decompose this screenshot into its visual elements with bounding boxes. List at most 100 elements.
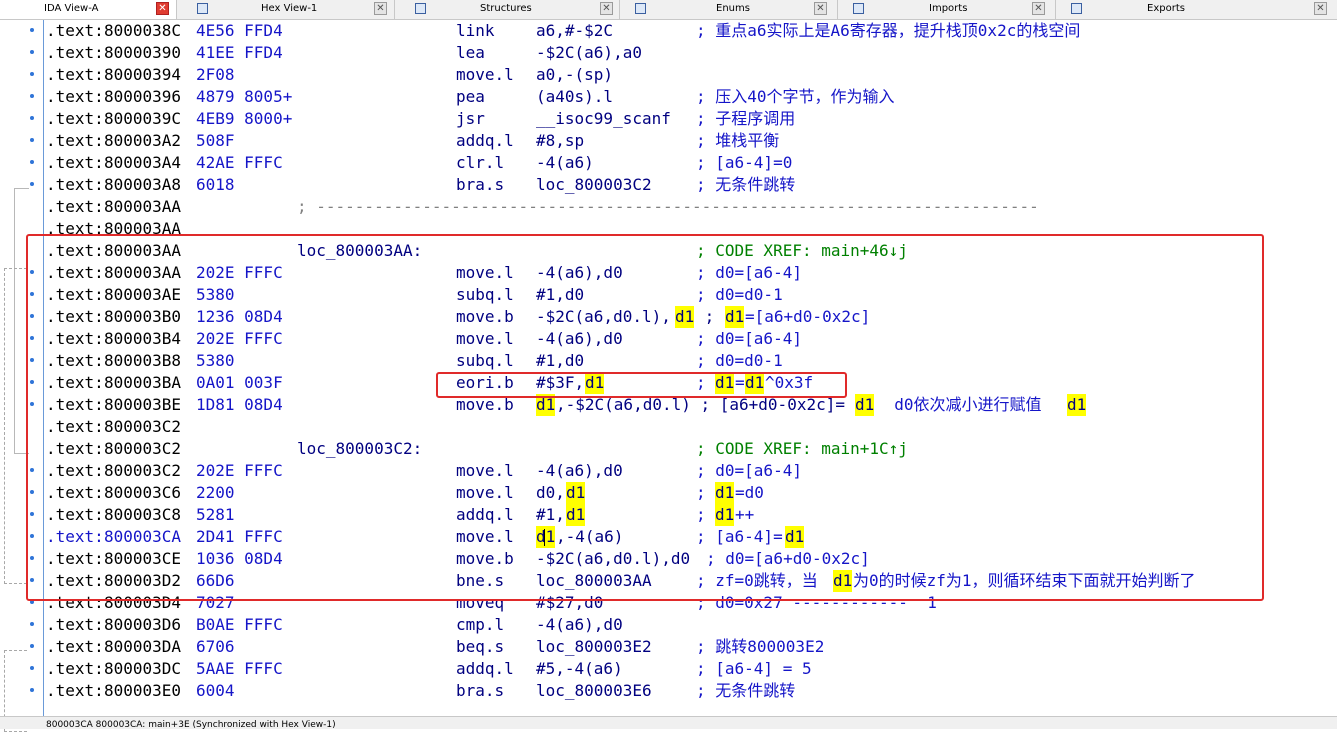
operands[interactable]: __isoc99_scanf <box>536 108 671 130</box>
mnemonic[interactable]: link <box>456 20 495 42</box>
breakpoint-dot-icon[interactable] <box>30 512 34 516</box>
breakpoint-dot-icon[interactable] <box>30 622 34 626</box>
listing-line[interactable]: .text: 800003A2 508F addq.l #8,sp ; 堆栈平衡 <box>0 130 1337 152</box>
close-icon[interactable]: ✕ <box>1032 2 1045 15</box>
operands[interactable]: loc_800003AA <box>536 570 652 592</box>
mnemonic[interactable]: eori.b <box>456 372 514 394</box>
breakpoint-dot-icon[interactable] <box>30 578 34 582</box>
xref-comment[interactable]: ; CODE XREF: main+46↓j <box>696 240 908 262</box>
tab-ida-view-a[interactable]: IDA View-A ✕ <box>0 0 177 19</box>
listing-line[interactable]: .text: 80000394 2F08 move.l a0,-(sp) <box>0 64 1337 86</box>
close-icon[interactable]: ✕ <box>1314 2 1327 15</box>
breakpoint-dot-icon[interactable] <box>30 490 34 494</box>
mnemonic[interactable]: addq.l <box>456 130 514 152</box>
listing-line[interactable]: .text: 800003C8 5281 addq.l #1, d1 ; d1 ++ <box>0 504 1337 526</box>
breakpoint-dot-icon[interactable] <box>30 468 34 472</box>
highlighted-register[interactable]: d1 <box>715 504 735 526</box>
mnemonic[interactable]: addq.l <box>456 504 514 526</box>
breakpoint-dot-icon[interactable] <box>30 160 34 164</box>
close-icon[interactable]: ✕ <box>374 2 387 15</box>
close-icon[interactable]: ✕ <box>814 2 827 15</box>
operands[interactable]: a0,-(sp) <box>536 64 613 86</box>
listing-line[interactable]: .text: 800003C2 <box>0 416 1337 438</box>
breakpoint-dot-icon[interactable] <box>30 336 34 340</box>
listing-line[interactable]: .text: 80000390 41EE FFD4 lea -$2C(a6),a0 <box>0 42 1337 64</box>
listing-line[interactable]: .text: 800003BA 0A01 003F eori.b #$3F, d1 ;… <box>0 372 1337 394</box>
operands[interactable]: -4(a6),d0 <box>536 614 623 636</box>
breakpoint-dot-icon[interactable] <box>30 534 34 538</box>
tab-imports[interactable]: Imports ✕ <box>838 0 1056 19</box>
breakpoint-dot-icon[interactable] <box>30 182 34 186</box>
mnemonic[interactable]: jsr <box>456 108 485 130</box>
breakpoint-dot-icon[interactable] <box>30 402 34 406</box>
highlighted-register[interactable]: d1 <box>725 306 745 328</box>
operands[interactable]: loc_800003E2 <box>536 636 652 658</box>
breakpoint-dot-icon[interactable] <box>30 688 34 692</box>
listing-line[interactable]: .text: 800003D2 66D6 bne.s loc_800003AA ; zf… <box>0 570 1337 592</box>
operands[interactable]: #$3F, <box>536 372 584 394</box>
highlighted-register[interactable]: d1 <box>566 482 586 504</box>
operands[interactable]: -4(a6) <box>536 152 594 174</box>
breakpoint-dot-icon[interactable] <box>30 358 34 362</box>
listing-line[interactable]: .text: 80000396 4879 8005+ pea (a40s).l ; 压入4… <box>0 86 1337 108</box>
operands[interactable]: loc_800003C2 <box>536 174 652 196</box>
operands[interactable]: d0, <box>536 482 565 504</box>
listing-line[interactable]: .text: 800003AA 202E FFFC move.l -4(a6),d0 ; … <box>0 262 1337 284</box>
listing-line[interactable]: .text: 8000038C 4E56 FFD4 link a6,#-$2C ; 重点a… <box>0 20 1337 42</box>
breakpoint-dot-icon[interactable] <box>30 556 34 560</box>
mnemonic[interactable]: addq.l <box>456 658 514 680</box>
listing-line[interactable]: .text: 800003B4 202E FFFC move.l -4(a6),d0 ; … <box>0 328 1337 350</box>
listing-line-current[interactable]: .text: 800003CA 2D41 FFFC move.l d1 ,-4(a6)… <box>0 526 1337 548</box>
operands[interactable]: #1, <box>536 504 565 526</box>
operands[interactable]: -4(a6),d0 <box>536 328 623 350</box>
breakpoint-dot-icon[interactable] <box>30 50 34 54</box>
listing-line[interactable]: .text: 800003E0 6004 bra.s loc_800003E6 ; 无条件… <box>0 680 1337 702</box>
highlighted-register[interactable]: d1 <box>855 394 875 416</box>
highlighted-register[interactable]: d1 <box>536 394 556 416</box>
mnemonic[interactable]: move.b <box>456 548 514 570</box>
operands[interactable]: -4(a6),d0 <box>536 262 623 284</box>
mnemonic[interactable]: pea <box>456 86 485 108</box>
listing-line[interactable]: .text: 800003B8 5380 subq.l #1,d0 ; d0=d0-1 <box>0 350 1337 372</box>
mnemonic[interactable]: move.l <box>456 460 514 482</box>
close-icon[interactable]: ✕ <box>156 2 169 15</box>
mnemonic[interactable]: move.l <box>456 64 514 86</box>
mnemonic[interactable]: beq.s <box>456 636 504 658</box>
listing-line[interactable]: .text: 800003B0 1236 08D4 move.b -$2C(a6,d0… <box>0 306 1337 328</box>
mnemonic[interactable]: move.b <box>456 306 514 328</box>
operands[interactable]: a6,#-$2C <box>536 20 613 42</box>
disassembly-listing[interactable]: .text: 8000038C 4E56 FFD4 link a6,#-$2C ; 重点a… <box>0 20 1337 716</box>
breakpoint-dot-icon[interactable] <box>30 666 34 670</box>
highlighted-register[interactable]: d1 <box>745 372 765 394</box>
mnemonic[interactable]: cmp.l <box>456 614 504 636</box>
operands[interactable]: loc_800003E6 <box>536 680 652 702</box>
mnemonic[interactable]: move.l <box>456 482 514 504</box>
mnemonic[interactable]: subq.l <box>456 284 514 306</box>
operands[interactable]: -4(a6),d0 <box>536 460 623 482</box>
listing-line[interactable]: .text: 800003C2 loc_800003C2: ; CODE XREF: … <box>0 438 1337 460</box>
listing-line[interactable]: .text: 800003A8 6018 bra.s loc_800003C2 ; 无条件… <box>0 174 1337 196</box>
mnemonic[interactable]: bne.s <box>456 570 504 592</box>
mnemonic[interactable]: bra.s <box>456 680 504 702</box>
tab-enums[interactable]: Enums ✕ <box>620 0 838 19</box>
code-label[interactable]: loc_800003C2: <box>297 438 422 460</box>
listing-line[interactable]: .text: 800003DA 6706 beq.s loc_800003E2 ; 跳转8… <box>0 636 1337 658</box>
mnemonic[interactable]: clr.l <box>456 152 504 174</box>
operands[interactable]: #1,d0 <box>536 350 584 372</box>
operands[interactable]: #$27,d0 <box>536 592 603 614</box>
breakpoint-dot-icon[interactable] <box>30 380 34 384</box>
mnemonic[interactable]: bra.s <box>456 174 504 196</box>
highlighted-register[interactable]: d1 <box>675 306 695 328</box>
xref-comment[interactable]: ; CODE XREF: main+1C↑j <box>696 438 908 460</box>
breakpoint-dot-icon[interactable] <box>30 138 34 142</box>
listing-line[interactable]: .text: 800003CE 1036 08D4 move.b -$2C(a6,d0.… <box>0 548 1337 570</box>
breakpoint-dot-icon[interactable] <box>30 72 34 76</box>
mnemonic[interactable]: move.b <box>456 394 514 416</box>
listing-line[interactable]: .text: 800003D4 7027 moveq #$27,d0 ; d0=0x27 … <box>0 592 1337 614</box>
listing-line[interactable]: .text: 800003DC 5AAE FFFC addq.l #5,-4(a6) ; … <box>0 658 1337 680</box>
listing-line[interactable]: .text: 800003BE 1D81 08D4 move.b d1 ,-$2C(a… <box>0 394 1337 416</box>
highlighted-register[interactable]: d1 <box>833 570 853 592</box>
listing-line[interactable]: .text: 800003C2 202E FFFC move.l -4(a6),d0 ; … <box>0 460 1337 482</box>
tab-hex-view-1[interactable]: Hex View-1 ✕ <box>177 0 395 19</box>
operands[interactable]: -$2C(a6,d0.l), <box>536 306 671 328</box>
